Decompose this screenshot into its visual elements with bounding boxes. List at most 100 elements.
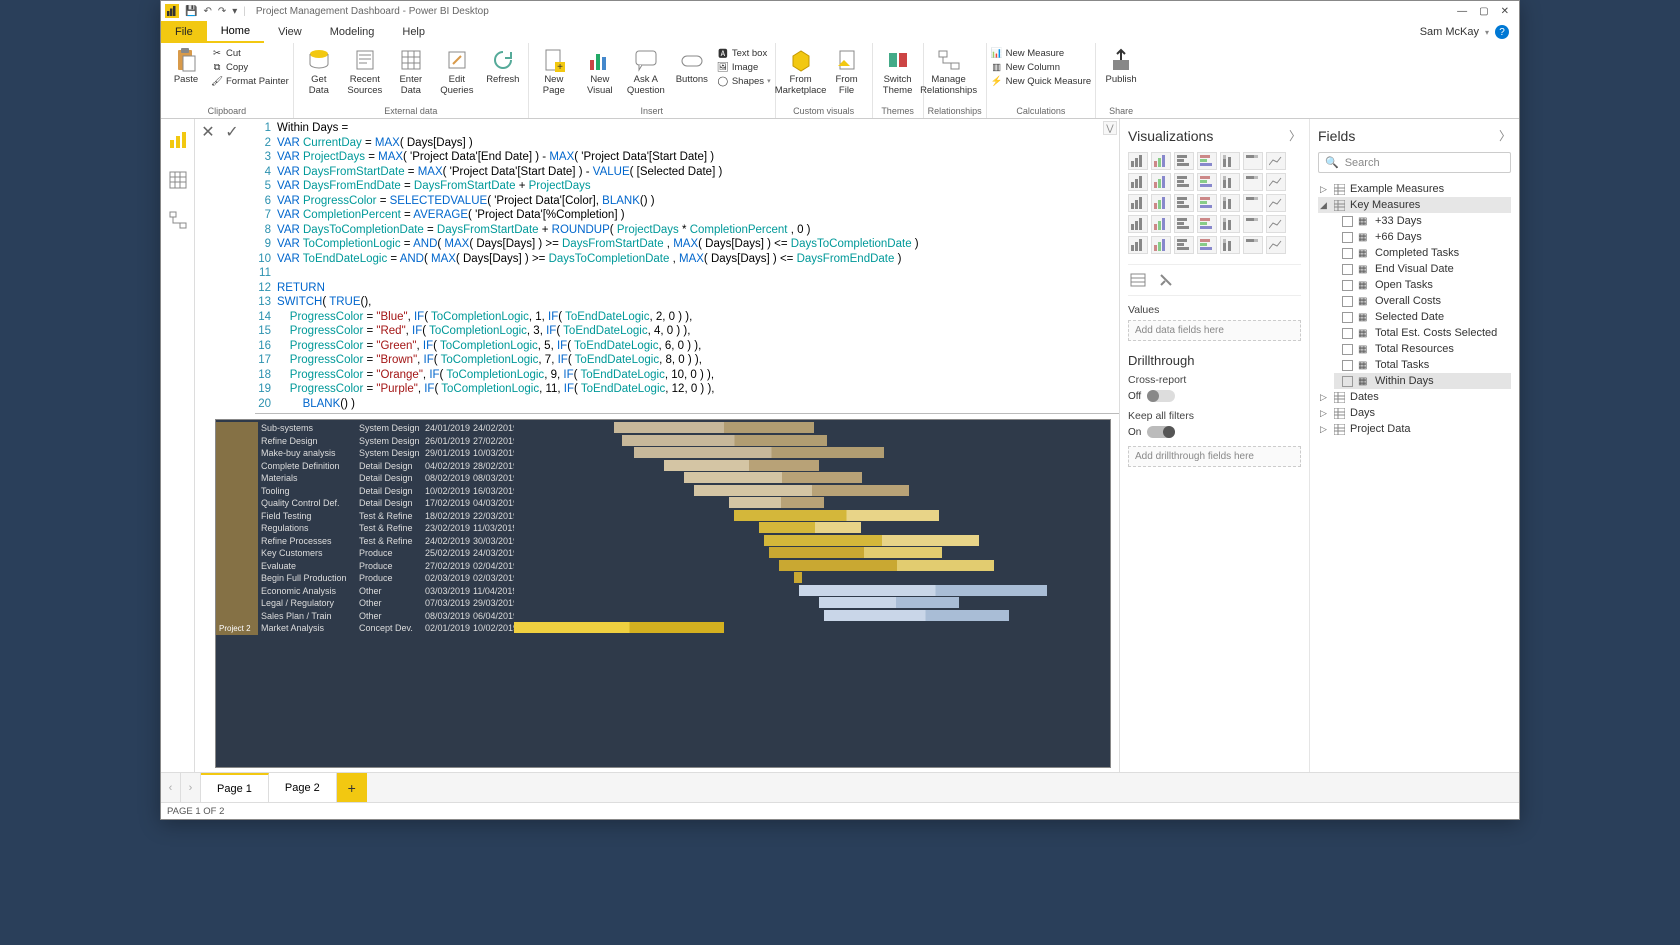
- recent-sources-button[interactable]: Recent Sources: [344, 47, 386, 96]
- gantt-bar[interactable]: [634, 447, 884, 458]
- viz-type-14[interactable]: [1128, 194, 1148, 212]
- viz-type-6[interactable]: [1266, 152, 1286, 170]
- viz-type-27[interactable]: [1266, 215, 1286, 233]
- help-icon[interactable]: ?: [1495, 25, 1509, 39]
- viz-type-32[interactable]: [1220, 236, 1240, 254]
- gantt-bar[interactable]: [734, 510, 939, 521]
- minimize-button[interactable]: —: [1457, 6, 1467, 17]
- gantt-bar[interactable]: [514, 622, 724, 633]
- page-tab-1[interactable]: Page 1: [201, 773, 269, 802]
- gantt-bar[interactable]: [799, 585, 1047, 596]
- field--66-days[interactable]: ▦+66 Days: [1334, 229, 1511, 245]
- viz-type-23[interactable]: [1174, 215, 1194, 233]
- shapes-button[interactable]: ◯Shapes▾: [717, 75, 771, 87]
- edit-queries-button[interactable]: Edit Queries: [436, 47, 478, 96]
- viz-type-18[interactable]: [1220, 194, 1240, 212]
- viz-type-30[interactable]: [1174, 236, 1194, 254]
- field-total-resources[interactable]: ▦Total Resources: [1334, 341, 1511, 357]
- formula-cancel-button[interactable]: ✕: [199, 123, 217, 141]
- save-icon[interactable]: 💾: [185, 6, 197, 17]
- viz-type-24[interactable]: [1197, 215, 1217, 233]
- field-total-est-costs-selected[interactable]: ▦Total Est. Costs Selected: [1334, 325, 1511, 341]
- fields-collapse-icon[interactable]: 〉: [1499, 127, 1511, 144]
- gantt-bar[interactable]: [622, 435, 827, 446]
- viz-type-2[interactable]: [1174, 152, 1194, 170]
- cut-button[interactable]: ✂Cut: [211, 47, 289, 59]
- viz-type-9[interactable]: [1174, 173, 1194, 191]
- field--33-days[interactable]: ▦+33 Days: [1334, 213, 1511, 229]
- table-example-measures[interactable]: ▷Example Measures: [1318, 181, 1511, 197]
- tab-view[interactable]: View: [264, 21, 316, 43]
- ask-question-button[interactable]: Ask A Question: [625, 47, 667, 96]
- viz-type-11[interactable]: [1220, 173, 1240, 191]
- viz-type-15[interactable]: [1151, 194, 1171, 212]
- viz-type-3[interactable]: [1197, 152, 1217, 170]
- publish-button[interactable]: Publish: [1100, 47, 1142, 85]
- gantt-bar[interactable]: [779, 560, 994, 571]
- field-selected-date[interactable]: ▦Selected Date: [1334, 309, 1511, 325]
- new-page-button[interactable]: +New Page: [533, 47, 575, 96]
- textbox-button[interactable]: 🅰Text box: [717, 47, 771, 59]
- viz-type-4[interactable]: [1220, 152, 1240, 170]
- gantt-bar[interactable]: [819, 597, 959, 608]
- viz-type-25[interactable]: [1220, 215, 1240, 233]
- tab-help[interactable]: Help: [388, 21, 439, 43]
- qat-dropdown-icon[interactable]: ▾: [232, 6, 237, 17]
- viz-type-29[interactable]: [1151, 236, 1171, 254]
- model-view-button[interactable]: [167, 209, 189, 231]
- gantt-bar[interactable]: [824, 610, 1009, 621]
- viz-type-34[interactable]: [1266, 236, 1286, 254]
- tab-file[interactable]: File: [161, 21, 207, 43]
- new-measure-button[interactable]: 📊New Measure: [991, 47, 1092, 59]
- viz-type-0[interactable]: [1128, 152, 1148, 170]
- data-view-button[interactable]: [167, 169, 189, 191]
- tab-modeling[interactable]: Modeling: [316, 21, 389, 43]
- gantt-bar[interactable]: [694, 485, 909, 496]
- viz-type-7[interactable]: [1128, 173, 1148, 191]
- formula-commit-button[interactable]: ✓: [223, 123, 241, 141]
- tab-home[interactable]: Home: [207, 21, 264, 43]
- fields-search[interactable]: 🔍 Search: [1318, 152, 1511, 173]
- field-end-visual-date[interactable]: ▦End Visual Date: [1334, 261, 1511, 277]
- viz-type-26[interactable]: [1243, 215, 1263, 233]
- viz-type-21[interactable]: [1128, 215, 1148, 233]
- field-within-days[interactable]: ▦Within Days: [1334, 373, 1511, 389]
- viz-type-31[interactable]: [1197, 236, 1217, 254]
- new-column-button[interactable]: ▥New Column: [991, 61, 1092, 73]
- cross-report-toggle[interactable]: [1147, 390, 1175, 402]
- viz-type-19[interactable]: [1243, 194, 1263, 212]
- table-key-measures[interactable]: ◢Key Measures: [1318, 197, 1511, 213]
- viz-type-16[interactable]: [1174, 194, 1194, 212]
- redo-icon[interactable]: ↷: [218, 6, 226, 17]
- viz-type-20[interactable]: [1266, 194, 1286, 212]
- add-page-button[interactable]: +: [337, 773, 367, 802]
- viz-type-5[interactable]: [1243, 152, 1263, 170]
- report-visual-gantt[interactable]: Sub-systemsSystem Design24/01/201924/02/…: [215, 419, 1111, 768]
- refresh-button[interactable]: Refresh: [482, 47, 524, 85]
- from-file-button[interactable]: From File: [826, 47, 868, 96]
- page-tab-2[interactable]: Page 2: [269, 773, 337, 802]
- new-quick-measure-button[interactable]: ⚡New Quick Measure: [991, 75, 1092, 87]
- field-completed-tasks[interactable]: ▦Completed Tasks: [1334, 245, 1511, 261]
- viz-type-22[interactable]: [1151, 215, 1171, 233]
- image-button[interactable]: 🖼Image: [717, 61, 771, 73]
- format-painter-button[interactable]: 🖌Format Painter: [211, 75, 289, 87]
- viz-type-1[interactable]: [1151, 152, 1171, 170]
- values-well[interactable]: Add data fields here: [1128, 320, 1301, 341]
- viz-type-28[interactable]: [1128, 236, 1148, 254]
- gantt-bar[interactable]: [729, 497, 824, 508]
- gantt-bar[interactable]: [759, 522, 861, 533]
- keep-filters-toggle[interactable]: [1147, 426, 1175, 438]
- gantt-bar[interactable]: [684, 472, 862, 483]
- table-project-data[interactable]: ▷Project Data: [1318, 421, 1511, 437]
- gantt-bar[interactable]: [764, 535, 979, 546]
- tab-scroll-right[interactable]: ›: [181, 773, 201, 802]
- format-tool-icon[interactable]: [1156, 271, 1176, 289]
- paste-button[interactable]: Paste: [165, 47, 207, 85]
- viz-collapse-icon[interactable]: 〉: [1289, 127, 1301, 144]
- buttons-button[interactable]: Buttons: [671, 47, 713, 85]
- maximize-button[interactable]: ▢: [1479, 6, 1488, 17]
- switch-theme-button[interactable]: Switch Theme: [877, 47, 919, 96]
- formula-expand-icon[interactable]: ⋁: [1103, 121, 1117, 135]
- gantt-bar[interactable]: [794, 572, 802, 583]
